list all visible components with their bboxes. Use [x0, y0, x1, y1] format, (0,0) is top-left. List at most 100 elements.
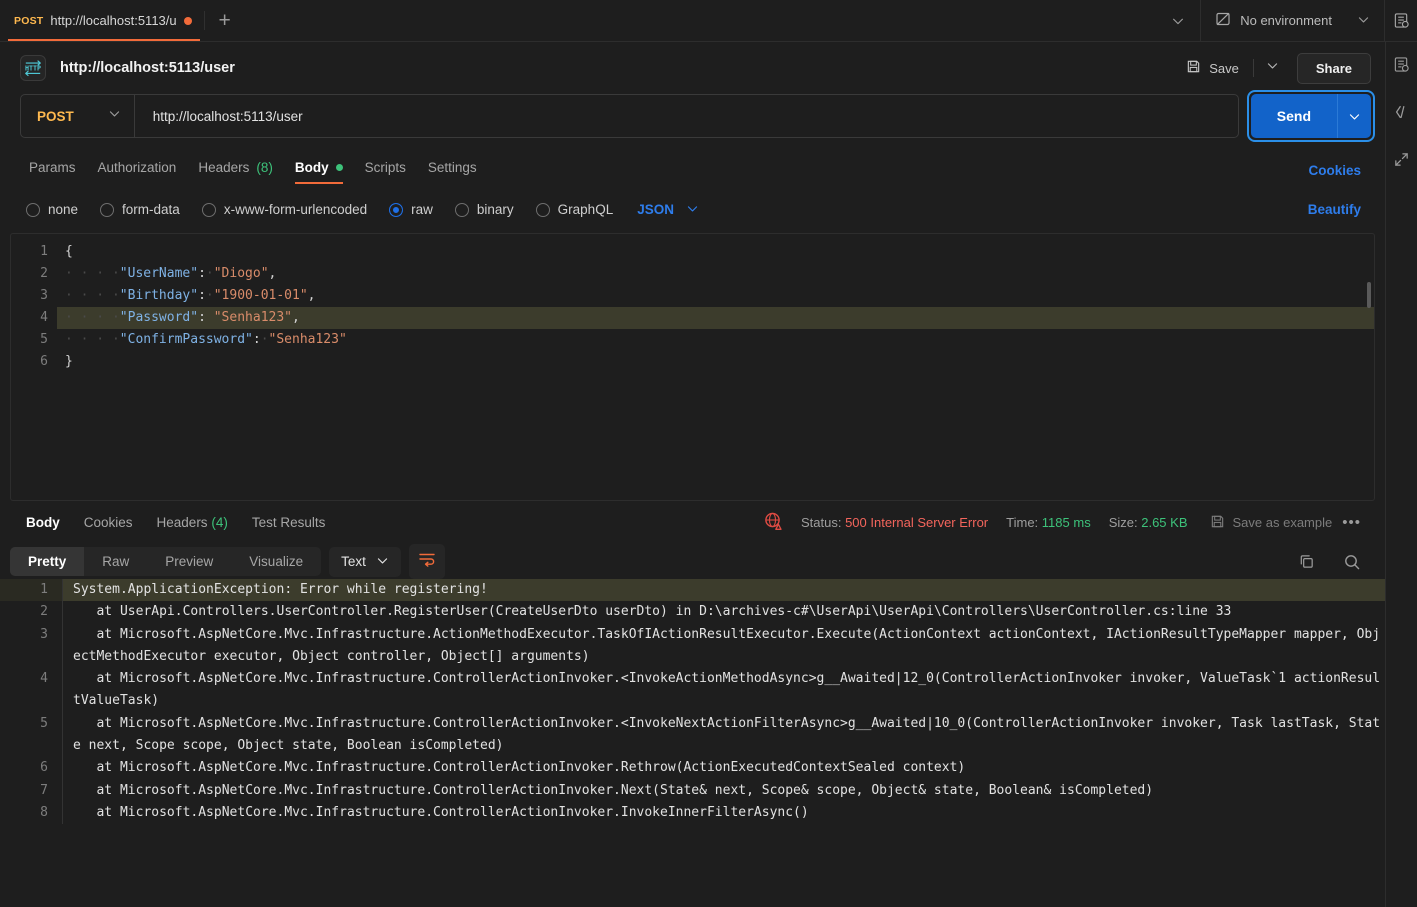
save-icon: [1186, 59, 1201, 77]
cookies-link[interactable]: Cookies: [1298, 157, 1371, 184]
tab-params-label: Params: [29, 160, 76, 175]
response-line-text: at Microsoft.AspNetCore.Mvc.Infrastructu…: [62, 712, 1385, 758]
response-body[interactable]: 1 System.ApplicationException: Error whi…: [0, 579, 1385, 907]
search-response-icon[interactable]: [1333, 547, 1371, 577]
tab-settings-label: Settings: [427, 160, 477, 175]
tab-scripts[interactable]: Scripts: [354, 152, 417, 188]
save-options-chevron-down-icon[interactable]: [1258, 55, 1287, 81]
editor-line: · · · ·"Birthday":·"1900-01-01",: [65, 288, 316, 303]
editor-line-numbers: 1 2 3 4 5 6: [11, 241, 57, 373]
beautify-link[interactable]: Beautify: [1298, 196, 1371, 223]
body-type-urlencoded[interactable]: x-www-form-urlencoded: [201, 202, 368, 217]
url-input[interactable]: http://localhost:5113/user: [135, 95, 1238, 137]
method-chevron-down-icon: [108, 107, 121, 125]
body-type-raw-label: raw: [411, 202, 433, 217]
tab-bar-right: No environment: [1156, 0, 1417, 41]
body-type-graphql[interactable]: GraphQL: [535, 202, 614, 217]
editor-line-number: 1: [40, 244, 48, 259]
save-as-example-label: Save as example: [1232, 515, 1333, 530]
response-format-selector[interactable]: Text: [329, 546, 401, 577]
share-button[interactable]: Share: [1296, 52, 1371, 84]
radio-raw-icon: [389, 202, 404, 217]
response-tab-test-results[interactable]: Test Results: [240, 511, 338, 534]
rail-documentation-icon[interactable]: [1393, 56, 1410, 73]
response-line-number: 4: [40, 671, 48, 687]
tab-settings[interactable]: Settings: [417, 152, 488, 188]
body-type-urlencoded-label: x-www-form-urlencoded: [223, 202, 368, 217]
response-line-number: 7: [40, 782, 48, 798]
request-tabs: Params Authorization Headers (8) Body Sc…: [0, 152, 1385, 188]
size-label: Size:: [1108, 515, 1138, 530]
body-type-form-data[interactable]: form-data: [100, 202, 180, 217]
time-row: Time: 1185 ms: [1006, 515, 1091, 530]
request-body-editor[interactable]: 1 2 3 4 5 6 { · · · ·"UserName":·"Diogo"…: [10, 233, 1375, 501]
editor-line-number: 3: [40, 288, 48, 303]
body-type-options: none form-data x-www-form-urlencoded raw…: [0, 188, 1385, 233]
editor-code[interactable]: { · · · ·"UserName":·"Diogo", · · · ·"Bi…: [57, 241, 1374, 373]
send-button[interactable]: Send: [1250, 94, 1337, 138]
tab-authorization[interactable]: Authorization: [87, 152, 188, 188]
body-type-none-label: none: [48, 202, 79, 217]
response-line-number: 1: [0, 579, 62, 602]
method-selector[interactable]: POST: [21, 95, 135, 137]
copy-response-icon[interactable]: [1288, 547, 1325, 576]
response-line-text: at Microsoft.AspNetCore.Mvc.Infrastructu…: [62, 801, 1385, 825]
body-type-raw[interactable]: raw: [389, 202, 433, 217]
status-row: Status: 500 Internal Server Error: [801, 515, 988, 530]
tab-body[interactable]: Body: [284, 152, 354, 188]
editor-line-number: 2: [40, 266, 48, 281]
radio-urlencoded-icon: [201, 202, 216, 217]
url-input-group: POST http://localhost:5113/user: [20, 94, 1239, 138]
body-type-binary-label: binary: [476, 202, 514, 217]
size-value: 2.65 KB: [1141, 515, 1188, 530]
response-more-options-icon[interactable]: •••: [1332, 514, 1371, 531]
radio-binary-icon: [454, 202, 469, 217]
response-view-mode-group: Pretty Raw Preview Visualize: [10, 547, 322, 576]
response-line-number: 3: [40, 626, 48, 642]
word-wrap-icon: [418, 551, 436, 572]
tab-list-chevron-down-icon[interactable]: [1156, 0, 1200, 41]
response-meta-bar: Body Cookies Headers (4) Test Results St…: [0, 501, 1385, 544]
time-label: Time:: [1006, 515, 1039, 530]
request-tab[interactable]: POST http://localhost:5113/u: [0, 0, 204, 41]
view-mode-raw[interactable]: Raw: [84, 547, 147, 576]
body-type-none[interactable]: none: [26, 202, 78, 217]
response-tab-headers[interactable]: Headers (4): [145, 511, 240, 534]
response-line-number: 8: [40, 804, 48, 820]
editor-scrollbar[interactable]: [1367, 282, 1371, 308]
response-line-text: System.ApplicationException: Error while…: [62, 579, 1385, 602]
word-wrap-toggle[interactable]: [408, 544, 445, 579]
response-line: 2 at UserApi.Controllers.UserController.…: [0, 601, 1385, 624]
new-tab-button[interactable]: +: [205, 0, 245, 41]
tab-scripts-label: Scripts: [364, 160, 406, 175]
environment-quick-look-icon[interactable]: [1385, 0, 1417, 41]
url-bar: POST http://localhost:5113/user Send: [0, 90, 1385, 142]
body-type-binary[interactable]: binary: [454, 202, 514, 217]
editor-content: 1 2 3 4 5 6 { · · · ·"UserName":·"Diogo"…: [11, 234, 1374, 373]
tab-headers-count: (8): [256, 160, 273, 175]
send-options-chevron-down-icon[interactable]: [1337, 94, 1371, 138]
response-tab-cookies[interactable]: Cookies: [72, 511, 145, 534]
save-as-example-button[interactable]: Save as example: [1210, 514, 1333, 532]
response-line: 8 at Microsoft.AspNetCore.Mvc.Infrastruc…: [0, 801, 1385, 825]
body-present-dot: [335, 164, 343, 171]
status-label: Status:: [800, 515, 842, 530]
body-format-selector[interactable]: JSON: [637, 202, 699, 218]
tab-headers[interactable]: Headers (8): [187, 152, 284, 188]
save-button[interactable]: Save: [1176, 54, 1249, 82]
divider: [1252, 59, 1254, 77]
tab-params[interactable]: Params: [18, 152, 87, 188]
editor-line: · · · ·"ConfirmPassword":·"Senha123": [65, 332, 347, 347]
view-mode-preview[interactable]: Preview: [147, 547, 231, 576]
environment-selector[interactable]: No environment: [1201, 0, 1384, 41]
rail-expand-icon[interactable]: [1393, 151, 1410, 168]
rail-code-snippet-icon[interactable]: [1393, 103, 1411, 121]
tab-bar-spacer: [244, 0, 1157, 42]
body-type-graphql-label: GraphQL: [557, 202, 614, 217]
response-line: 1 System.ApplicationException: Error whi…: [0, 579, 1385, 602]
view-mode-pretty[interactable]: Pretty: [10, 547, 85, 576]
view-mode-visualize[interactable]: Visualize: [231, 547, 321, 576]
editor-line: · · · ·"UserName":·"Diogo",: [65, 266, 277, 281]
response-tab-body[interactable]: Body: [14, 511, 72, 534]
request-tab-method: POST: [14, 14, 44, 27]
